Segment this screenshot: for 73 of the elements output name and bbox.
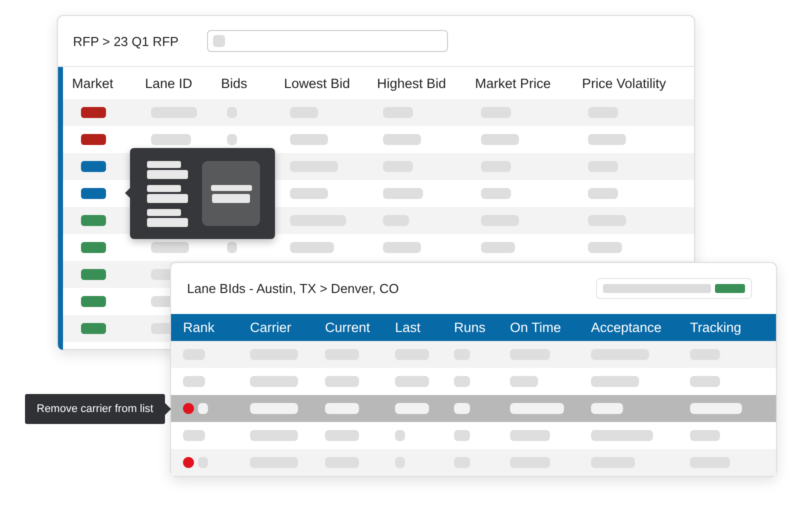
text-placeholder: [588, 242, 622, 253]
text-placeholder: [481, 188, 511, 199]
text-placeholder: [325, 430, 359, 441]
text-placeholder: [183, 376, 205, 387]
column-header[interactable]: Acceptance: [591, 320, 690, 335]
text-placeholder: [395, 376, 429, 387]
column-header[interactable]: Tracking: [690, 320, 776, 335]
column-header[interactable]: Bids: [221, 76, 284, 90]
column-header[interactable]: Highest Bid: [377, 76, 475, 90]
text-placeholder: [151, 134, 191, 145]
column-header[interactable]: Rank: [183, 320, 250, 335]
text-placeholder: [147, 218, 188, 226]
text-placeholder: [198, 403, 208, 414]
window-title: Lane BIds - Austin, TX > Denver, CO: [187, 281, 399, 296]
text-placeholder: [250, 376, 298, 387]
text-placeholder: [481, 134, 519, 145]
column-header[interactable]: Carrier: [250, 320, 325, 335]
text-placeholder: [588, 188, 618, 199]
text-placeholder: [290, 188, 328, 199]
text-placeholder: [147, 160, 181, 168]
text-placeholder: [690, 403, 742, 414]
search-field[interactable]: [206, 30, 448, 52]
text-placeholder: [227, 134, 237, 145]
column-header[interactable]: Price Volatility: [582, 76, 694, 90]
text-placeholder: [147, 170, 188, 178]
text-placeholder: [591, 403, 623, 414]
text-placeholder: [383, 134, 421, 145]
text-placeholder: [510, 376, 538, 387]
column-header[interactable]: Lowest Bid: [284, 76, 377, 90]
text-placeholder: [147, 208, 181, 216]
column-header[interactable]: Market Price: [475, 76, 582, 90]
status-indicator: [715, 284, 745, 293]
column-header[interactable]: Last: [395, 320, 454, 335]
search-field[interactable]: [596, 278, 752, 299]
text-placeholder: [591, 430, 653, 441]
text-placeholder: [383, 242, 421, 253]
text-placeholder: [227, 242, 237, 253]
text-placeholder: [454, 403, 470, 414]
text-placeholder: [147, 194, 188, 202]
text-placeholder: [454, 430, 470, 441]
text-placeholder: [250, 430, 298, 441]
text-placeholder: [147, 184, 181, 192]
column-header[interactable]: Runs: [454, 320, 510, 335]
column-header[interactable]: Market: [72, 76, 145, 90]
text-placeholder: [212, 35, 225, 47]
tooltip-text: Remove carrier from list: [36, 403, 154, 415]
text-placeholder: [588, 134, 626, 145]
text-placeholder: [151, 242, 189, 253]
text-placeholder: [591, 376, 639, 387]
column-header[interactable]: Lane ID: [145, 76, 221, 90]
column-header[interactable]: Current: [325, 320, 395, 335]
table-row[interactable]: [171, 341, 776, 368]
text-placeholder: [212, 194, 250, 202]
remove-marker[interactable]: [183, 403, 194, 414]
text-placeholder: [481, 242, 515, 253]
text-placeholder: [454, 376, 470, 387]
text-placeholder: [210, 184, 252, 190]
column-header[interactable]: On Time: [510, 320, 591, 335]
text-placeholder: [690, 376, 720, 387]
text-placeholder: [290, 242, 334, 253]
text-placeholder: [325, 376, 359, 387]
remove-marker[interactable]: [183, 457, 194, 468]
text-placeholder: [183, 430, 205, 441]
text-placeholder: [290, 134, 328, 145]
breadcrumb[interactable]: RFP > 23 Q1 RFP: [73, 34, 179, 48]
text-placeholder: [690, 430, 720, 441]
text-placeholder: [510, 403, 564, 414]
text-placeholder: [395, 430, 405, 441]
text-placeholder: [325, 403, 359, 414]
text-placeholder: [510, 430, 550, 441]
text-placeholder: [250, 403, 298, 414]
text-placeholder: [383, 188, 423, 199]
text-placeholder: [395, 403, 429, 414]
